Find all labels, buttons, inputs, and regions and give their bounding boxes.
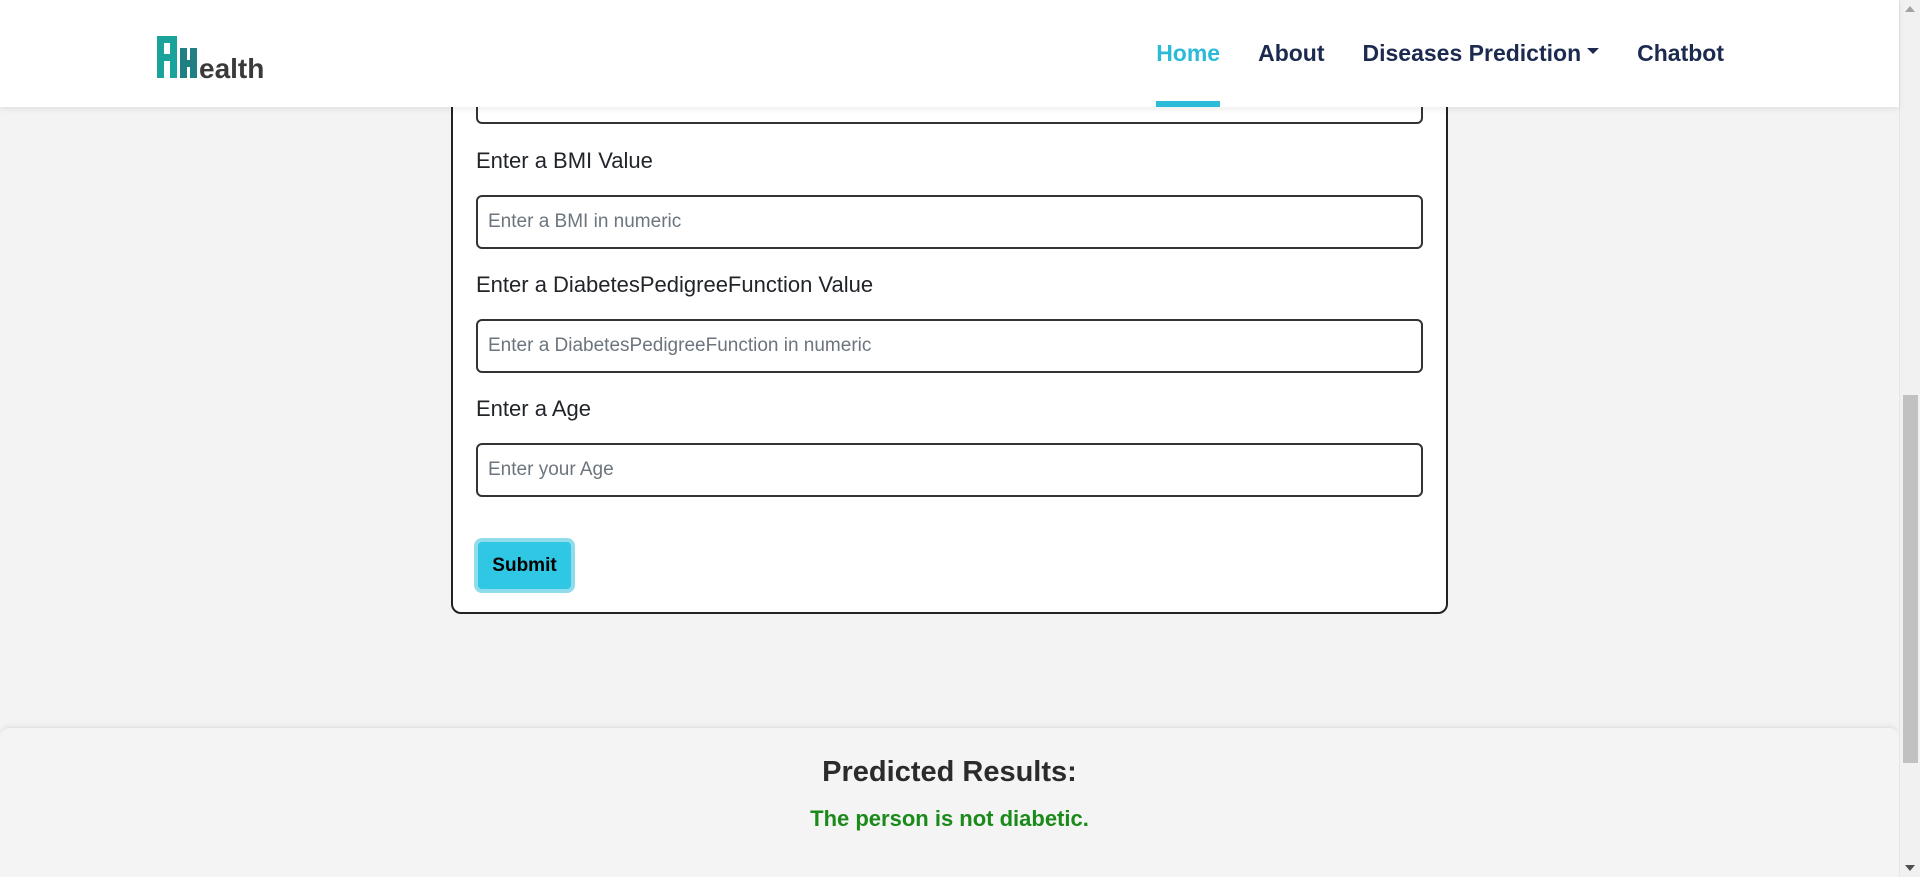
scroll-up-icon[interactable] bbox=[1905, 6, 1915, 12]
nav-home-label: Home bbox=[1156, 40, 1221, 66]
nav-home[interactable]: Home bbox=[1156, 0, 1220, 107]
svg-text:ealth: ealth bbox=[199, 53, 264, 82]
scroll-thumb[interactable] bbox=[1903, 395, 1918, 763]
vertical-scrollbar[interactable] bbox=[1899, 0, 1920, 877]
logo[interactable]: ealth bbox=[157, 34, 287, 82]
results-section: Predicted Results: The person is not dia… bbox=[0, 727, 1899, 877]
diabetes-pedigree-input[interactable] bbox=[476, 319, 1423, 373]
diabetes-pedigree-label: Enter a DiabetesPedigreeFunction Value bbox=[476, 272, 874, 297]
caret-down-icon bbox=[1587, 47, 1600, 54]
nav-about-label: About bbox=[1258, 40, 1325, 66]
nav-about[interactable]: About bbox=[1258, 0, 1324, 107]
nav-chatbot-label: Chatbot bbox=[1637, 40, 1724, 66]
bmi-input[interactable] bbox=[476, 195, 1423, 249]
site-header: ealth Home About Diseases Prediction Cha… bbox=[0, 0, 1899, 107]
logo-icon: ealth bbox=[157, 36, 264, 82]
nav-diseases-prediction-label: Diseases Prediction bbox=[1362, 40, 1582, 66]
age-input[interactable] bbox=[476, 443, 1423, 497]
main-nav: Home About Diseases Prediction Chatbot bbox=[1118, 0, 1724, 107]
bmi-label: Enter a BMI Value bbox=[476, 148, 653, 173]
results-text: The person is not diabetic. bbox=[810, 806, 1089, 831]
submit-button[interactable]: Submit bbox=[474, 538, 575, 593]
age-label: Enter a Age bbox=[476, 396, 591, 421]
scroll-down-icon[interactable] bbox=[1905, 865, 1915, 871]
results-title: Predicted Results: bbox=[822, 756, 1077, 788]
page: Enter a BMI Value Enter a DiabetesPedigr… bbox=[0, 0, 1920, 877]
nav-chatbot[interactable]: Chatbot bbox=[1637, 0, 1724, 107]
nav-diseases-prediction[interactable]: Diseases Prediction bbox=[1363, 0, 1600, 107]
